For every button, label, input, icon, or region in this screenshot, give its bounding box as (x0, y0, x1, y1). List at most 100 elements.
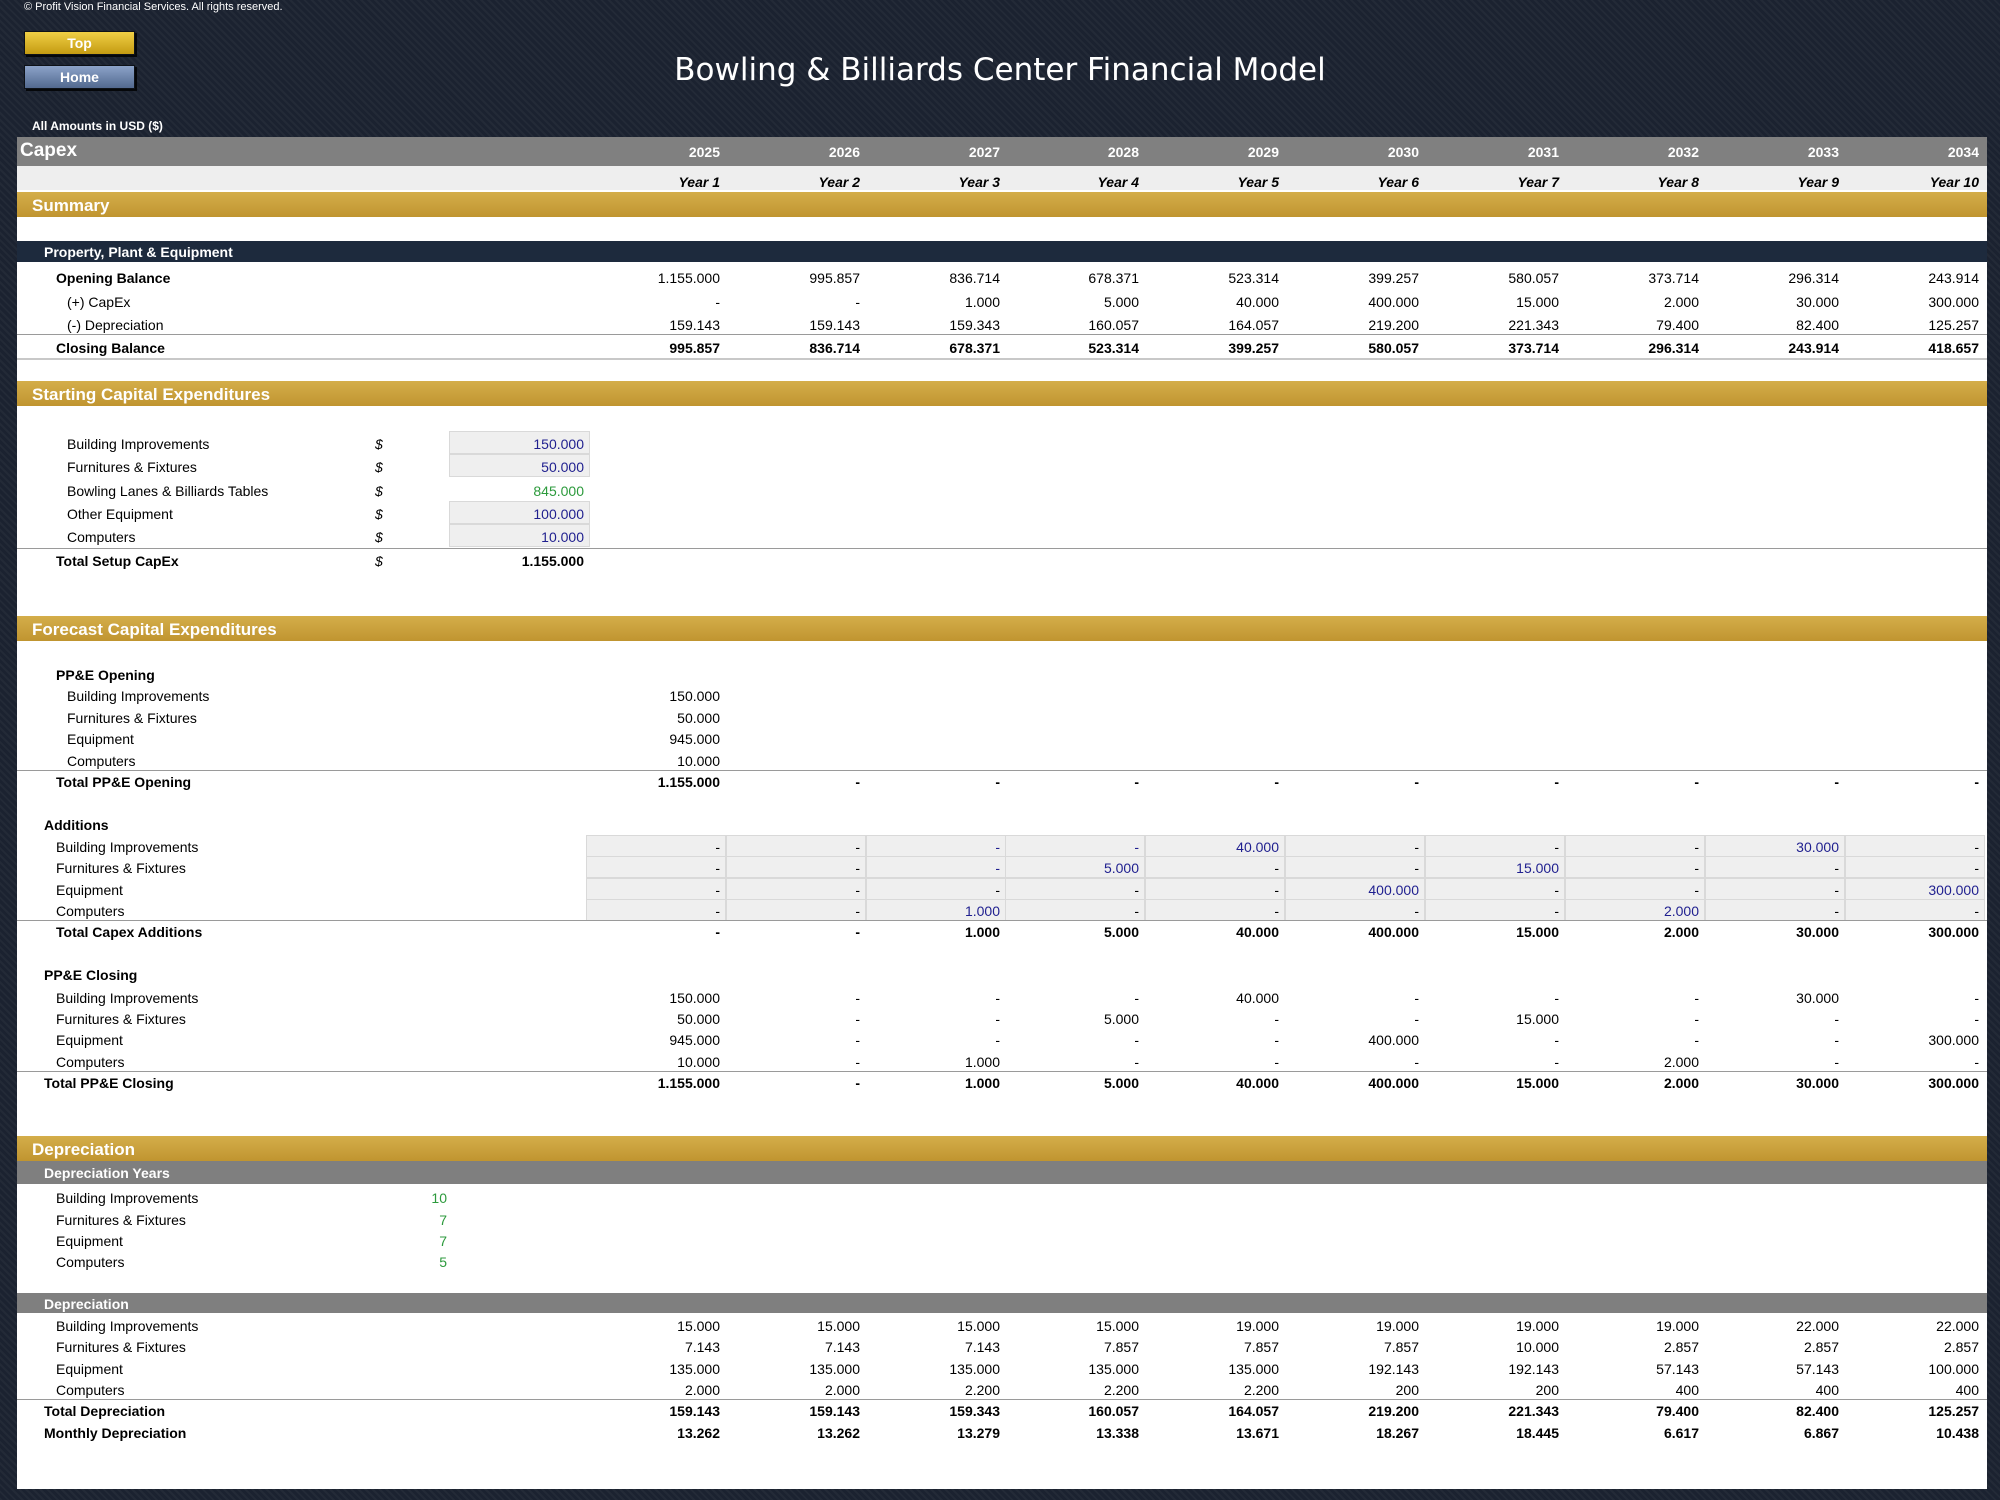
closing-row-cell: - (995, 1032, 1000, 1048)
summary-row-cell: 219.200 (1368, 317, 1419, 333)
additions-cell: - (1414, 903, 1419, 919)
dep-row-cell: 135.000 (949, 1361, 1000, 1377)
dep-years-value[interactable]: 7 (397, 1233, 447, 1249)
starting-item-value[interactable]: 100.000 (449, 506, 584, 522)
additions-cell: - (1834, 860, 1839, 876)
monthly-dep-cell: 13.671 (1236, 1425, 1279, 1441)
additions-cell: 300.000 (1928, 882, 1979, 898)
additions-cell: - (995, 839, 1000, 855)
closing-row-cell: - (1554, 1054, 1559, 1070)
ppe-subtitle: Property, Plant & Equipment (44, 244, 233, 260)
dep-row-cell: 15.000 (817, 1318, 860, 1334)
dep-row-cell: 10.000 (1516, 1339, 1559, 1355)
depreciation-title: Depreciation (32, 1140, 135, 1159)
dep-years-label: Computers (56, 1254, 125, 1270)
dep-total-cell: 221.343 (1508, 1403, 1559, 1419)
additions-cell: - (1834, 882, 1839, 898)
currency-symbol: $ (375, 553, 383, 569)
closing-row-label: Computers (56, 1054, 125, 1070)
summary-row-cell: 523.314 (1228, 270, 1279, 286)
dep-row-cell: 2.000 (824, 1382, 860, 1398)
closing-total-cell: 1.000 (964, 1075, 1000, 1091)
opening-item-label: Furnitures & Fixtures (67, 710, 197, 726)
summary-row-cell: 5.000 (1103, 294, 1139, 310)
home-button[interactable]: Home (24, 65, 135, 89)
top-button[interactable]: Top (24, 31, 135, 55)
summary-row-cell: 40.000 (1236, 294, 1279, 310)
starting-item-label: Furnitures & Fixtures (67, 459, 197, 475)
dep-years-value[interactable]: 10 (397, 1190, 447, 1206)
additions-cell: - (995, 882, 1000, 898)
ppe-subheader (17, 241, 1987, 262)
additions-cell: - (855, 882, 860, 898)
closing-total-cell: 300.000 (1928, 1075, 1979, 1091)
summary-row-cell: 1.000 (964, 294, 1000, 310)
summary-row-cell: 995.857 (809, 270, 860, 286)
summary-row-cell: 678.371 (1088, 270, 1139, 286)
closing-row-cell: - (1134, 990, 1139, 1006)
opening-total-cell: - (1974, 774, 1979, 790)
copyright-notice: © Profit Vision Financial Services. All … (24, 1, 283, 13)
closing-row-cell: - (1274, 1054, 1279, 1070)
additions-cell: - (1274, 903, 1279, 919)
summary-row-cell: 678.371 (949, 340, 1000, 356)
opening-item-label: Computers (67, 753, 136, 769)
closing-row-cell: - (1694, 990, 1699, 1006)
additions-total-cell: 5.000 (1103, 924, 1139, 940)
divider (17, 920, 1987, 921)
starting-item-label: Building Improvements (67, 436, 210, 452)
divider (17, 1399, 1987, 1400)
closing-row-cell: - (1974, 990, 1979, 1006)
dep-row-cell: 135.000 (809, 1361, 860, 1377)
closing-row-cell: - (1974, 1054, 1979, 1070)
dep-row-cell: 135.000 (669, 1361, 720, 1377)
currency-symbol: $ (375, 459, 383, 475)
opening-total-cell: - (1134, 774, 1139, 790)
year-label: Year 9 (1797, 174, 1839, 190)
dep-row-cell: 192.143 (1368, 1361, 1419, 1377)
closing-total-cell: 40.000 (1236, 1075, 1279, 1091)
currency-symbol: $ (375, 529, 383, 545)
dep-years-value[interactable]: 7 (397, 1212, 447, 1228)
dep-row-cell: 400 (1675, 1382, 1699, 1398)
depreciation-years-heading: Depreciation Years (44, 1165, 170, 1181)
additions-cell: - (1134, 882, 1139, 898)
currency-symbol: $ (375, 483, 383, 499)
opening-total-cell: - (1694, 774, 1699, 790)
starting-item-value[interactable]: 10.000 (449, 529, 584, 545)
dep-row-cell: 7.857 (1103, 1339, 1139, 1355)
dep-row-label: Equipment (56, 1361, 123, 1377)
additions-cell: - (1694, 839, 1699, 855)
dep-row-cell: 2.000 (684, 1382, 720, 1398)
monthly-dep-cell: 10.438 (1936, 1425, 1979, 1441)
additions-cell: - (1554, 903, 1559, 919)
opening-item-label: Equipment (67, 731, 134, 747)
closing-row-cell: - (1134, 1054, 1139, 1070)
starting-item-value[interactable]: 50.000 (449, 459, 584, 475)
summary-row-cell: 15.000 (1516, 294, 1559, 310)
closing-row-cell: - (1274, 1011, 1279, 1027)
monthly-dep-cell: 13.262 (817, 1425, 860, 1441)
additions-total-cell: 40.000 (1236, 924, 1279, 940)
dep-row-cell: 22.000 (1796, 1318, 1839, 1334)
additions-cell: - (715, 860, 720, 876)
summary-row-cell: 160.057 (1088, 317, 1139, 333)
dep-row-cell: 57.143 (1796, 1361, 1839, 1377)
dep-row-cell: 200 (1535, 1382, 1559, 1398)
additions-cell: - (1694, 860, 1699, 876)
additions-cell: - (1834, 903, 1839, 919)
dep-total-cell: 159.143 (669, 1403, 720, 1419)
additions-cell: - (1274, 860, 1279, 876)
dep-row-cell: 15.000 (957, 1318, 1000, 1334)
opening-total-cell: - (1834, 774, 1839, 790)
additions-cell: - (1414, 839, 1419, 855)
summary-row-cell: 399.257 (1228, 340, 1279, 356)
dep-years-value[interactable]: 5 (397, 1254, 447, 1270)
additions-cell: 5.000 (1103, 860, 1139, 876)
closing-row-cell: 300.000 (1928, 1032, 1979, 1048)
monthly-dep-cell: 13.279 (957, 1425, 1000, 1441)
starting-item-value[interactable]: 150.000 (449, 436, 584, 452)
starting-title: Starting Capital Expenditures (32, 385, 271, 404)
closing-row-cell: - (1834, 1054, 1839, 1070)
additions-cell: - (855, 903, 860, 919)
